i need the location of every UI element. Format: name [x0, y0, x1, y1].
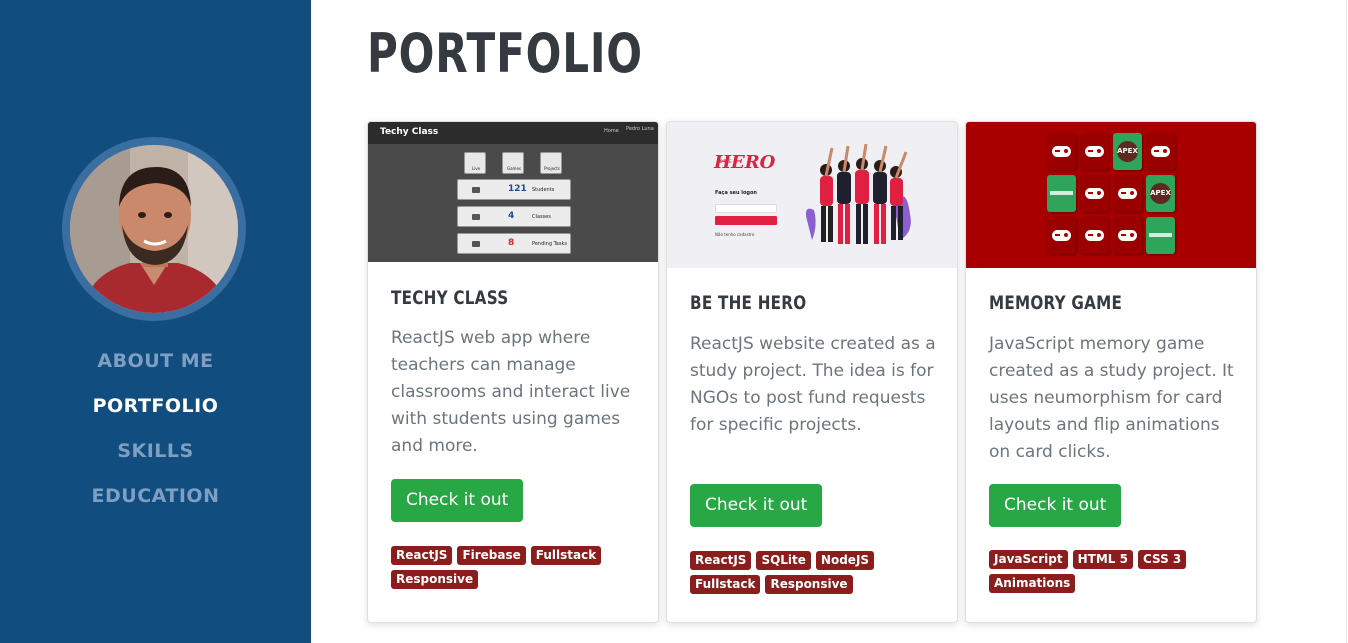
- memory-card: [1047, 175, 1076, 212]
- main-content: PORTFOLIO Techy Class Home Pedro Luna Li…: [311, 0, 1348, 643]
- gamepad-icon: [1118, 230, 1137, 241]
- tag-badge: Animations: [989, 574, 1076, 593]
- tag-badge: SQLite: [756, 551, 811, 570]
- task-list-icon: [472, 241, 480, 247]
- thumb-brand: Techy Class: [380, 127, 439, 137]
- scrollbar-track: [1346, 0, 1347, 643]
- memory-card: APEX: [1113, 133, 1142, 170]
- avatar: [70, 145, 238, 313]
- card-title: BE THE HERO: [690, 292, 807, 314]
- check-it-out-button[interactable]: Check it out: [391, 479, 524, 522]
- tag-badge: Firebase: [457, 546, 526, 565]
- avatar-photo: [70, 145, 238, 313]
- check-it-out-button[interactable]: Check it out: [690, 484, 823, 527]
- gamepad-icon: [1085, 146, 1104, 157]
- thumb-logo: HERO: [714, 152, 776, 173]
- memory-card: [1113, 217, 1142, 254]
- thumb-tile-label: Projects: [544, 166, 560, 171]
- nav-item-about-me[interactable]: ABOUT ME: [0, 343, 311, 388]
- memory-card: APEX: [1146, 175, 1175, 212]
- sidebar-nav: ABOUT ME PORTFOLIO SKILLS EDUCATION: [0, 343, 311, 523]
- gamepad-icon: [1052, 146, 1071, 157]
- project-thumbnail[interactable]: Techy Class Home Pedro Luna Live Games P…: [368, 122, 658, 262]
- gamepad-icon: [1052, 230, 1071, 241]
- project-card-be-the-hero: BE THE HERO Faça seu logon Não tenho cad…: [666, 121, 958, 623]
- card-description: ReactJS web app where teachers can manag…: [391, 328, 631, 456]
- tag-badge: Responsive: [391, 570, 479, 589]
- thumb-button: [715, 216, 777, 225]
- thumb-stat-value: 121: [508, 184, 527, 194]
- tag-list: ReactJS Firebase Fullstack Responsive: [391, 546, 641, 589]
- gamepad-icon: [1118, 188, 1137, 199]
- tag-badge: Fullstack: [530, 546, 602, 565]
- memory-card: [1047, 133, 1076, 170]
- thumb-stat-row: 4 Classes: [457, 206, 571, 227]
- card-back-icon: [1149, 233, 1172, 237]
- tag-badge: ReactJS: [391, 546, 453, 565]
- card-title: MEMORY GAME: [989, 292, 1123, 314]
- project-thumbnail[interactable]: BE THE HERO Faça seu logon Não tenho cad…: [667, 122, 957, 268]
- card-back-icon: [1050, 191, 1073, 195]
- tag-badge: Responsive: [765, 575, 853, 594]
- check-it-out-button[interactable]: Check it out: [989, 484, 1122, 527]
- memory-card: [1113, 175, 1142, 212]
- thumb-stat-row: 121 Students: [457, 179, 571, 200]
- thumb-stat-label: Classes: [532, 214, 551, 220]
- card-title: TECHY CLASS: [391, 287, 509, 309]
- tag-badge: ReactJS: [690, 551, 752, 570]
- thumb-stat-value: 4: [508, 211, 515, 221]
- tag-badge: NodeJS: [815, 551, 875, 570]
- apex-logo-icon: APEX: [1117, 141, 1138, 162]
- thumb-heading: Faça seu logon: [715, 190, 757, 196]
- users-icon: [472, 187, 480, 193]
- memory-card: [1146, 133, 1175, 170]
- memory-card: [1080, 133, 1109, 170]
- tag-badge: Fullstack: [690, 575, 761, 594]
- gamepad-icon: [1085, 188, 1104, 199]
- apex-logo-icon: APEX: [1150, 183, 1171, 204]
- card-description: ReactJS website created as a study proje…: [690, 334, 936, 435]
- thumb-input: [715, 204, 777, 213]
- thumb-stat-row: 8 Pending Tasks: [457, 233, 571, 254]
- thumb-tile-label: Live: [471, 166, 481, 171]
- nav-item-skills[interactable]: SKILLS: [0, 433, 311, 478]
- gamepad-icon: [1151, 146, 1170, 157]
- project-thumbnail[interactable]: APEX APEX: [966, 122, 1256, 268]
- thumb-stat-label: Pending Tasks: [532, 241, 567, 247]
- thumb-stat-value: 8: [508, 238, 515, 248]
- gamepad-icon: [1085, 230, 1104, 241]
- thumb-tile-label: Games: [507, 166, 521, 171]
- thumb-link: Não tenho cadastro: [715, 232, 755, 237]
- nav-item-education[interactable]: EDUCATION: [0, 478, 311, 523]
- project-card-memory-game: APEX APEX MEMORY GAME JavaScript memory g…: [965, 121, 1257, 623]
- tag-badge: CSS 3: [1137, 550, 1187, 569]
- memory-card: [1080, 217, 1109, 254]
- thumb-nav-home: Home: [604, 128, 619, 134]
- memory-card: [1080, 175, 1109, 212]
- nav-item-portfolio[interactable]: PORTFOLIO: [0, 388, 311, 433]
- tag-list: JavaScript HTML 5 CSS 3 Animations: [989, 550, 1239, 593]
- memory-card: [1047, 217, 1076, 254]
- card-description: JavaScript memory game created as a stud…: [989, 334, 1234, 462]
- sidebar: ABOUT ME PORTFOLIO SKILLS EDUCATION: [0, 0, 311, 643]
- thumb-stat-label: Students: [532, 187, 555, 193]
- heroes-illustration: [806, 144, 911, 244]
- avatar-ring: [62, 137, 246, 321]
- tag-badge: JavaScript: [989, 550, 1068, 569]
- page-title: PORTFOLIO: [367, 22, 643, 85]
- graduation-cap-icon: [472, 214, 480, 220]
- project-card-techy-class: Techy Class Home Pedro Luna Live Games P…: [367, 121, 659, 623]
- tag-list: ReactJS SQLite NodeJS Fullstack Responsi…: [690, 551, 940, 594]
- thumb-user: Pedro Luna: [626, 126, 654, 132]
- memory-card: [1146, 217, 1175, 254]
- tag-badge: HTML 5: [1072, 550, 1133, 569]
